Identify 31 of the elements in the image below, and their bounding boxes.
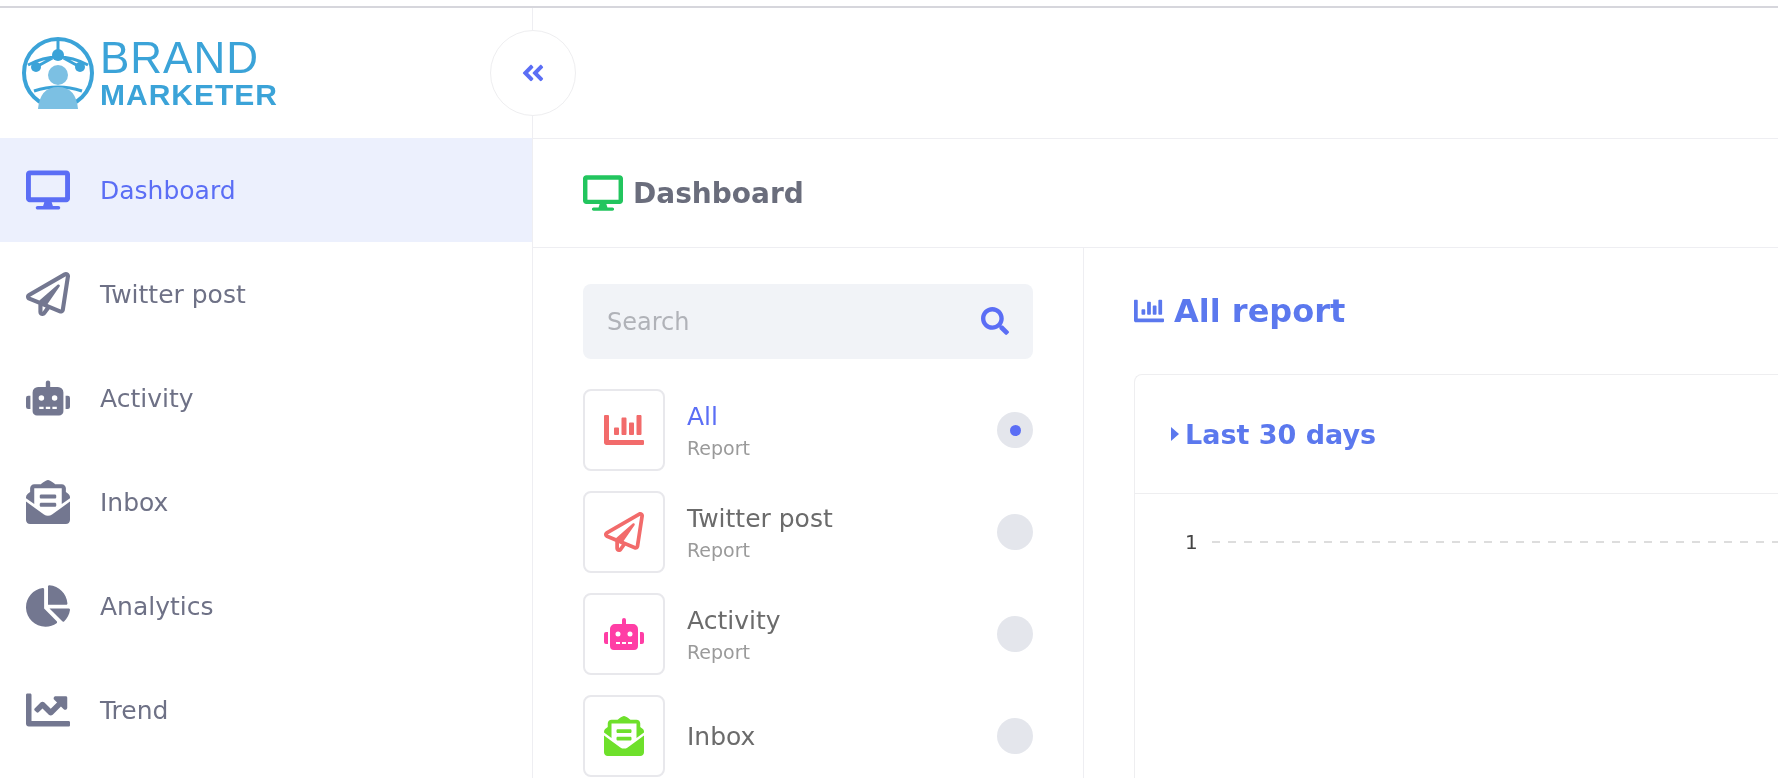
sidebar-item[interactable]: Twitter post <box>0 242 532 346</box>
sidebar-item[interactable]: Activity <box>0 346 532 450</box>
period-toggle[interactable]: Last 30 days <box>1171 418 1377 450</box>
report-radio[interactable] <box>997 514 1033 550</box>
sidebar-item-icon <box>26 584 70 628</box>
caret-right-icon <box>1171 427 1179 441</box>
sidebar-item[interactable]: Dashboard <box>0 138 532 242</box>
report-radio[interactable] <box>997 718 1033 754</box>
sidebar-item[interactable]: Inbox <box>0 450 532 554</box>
report-radio[interactable] <box>997 412 1033 448</box>
panel-title: All report <box>1174 292 1346 330</box>
report-subtitle: Report <box>687 436 751 459</box>
search-field[interactable]: Search <box>583 284 1033 359</box>
logo-wordmark-bottom: MARKETER <box>100 80 278 110</box>
sidebar-item-icon <box>26 168 70 212</box>
report-title: Inbox <box>687 721 757 751</box>
monitor-icon <box>583 173 623 213</box>
sidebar-item[interactable]: Analytics <box>0 554 532 658</box>
logo-wordmark-top: BRAND <box>100 36 261 80</box>
sidebar-item-icon <box>26 480 70 524</box>
report-title: Twitter post <box>687 503 834 533</box>
report-subtitle: Report <box>687 640 751 663</box>
report-subtitle: Report <box>687 538 751 561</box>
page-title: Dashboard <box>633 176 804 210</box>
report-title: All <box>687 401 719 431</box>
sidebar-item[interactable]: Trend <box>0 658 532 762</box>
sidebar-item-icon <box>26 272 70 316</box>
report-radio[interactable] <box>997 616 1033 652</box>
search-icon <box>981 307 1009 335</box>
report-title: Activity <box>687 605 782 635</box>
y-axis-tick: 1 <box>1185 530 1198 554</box>
